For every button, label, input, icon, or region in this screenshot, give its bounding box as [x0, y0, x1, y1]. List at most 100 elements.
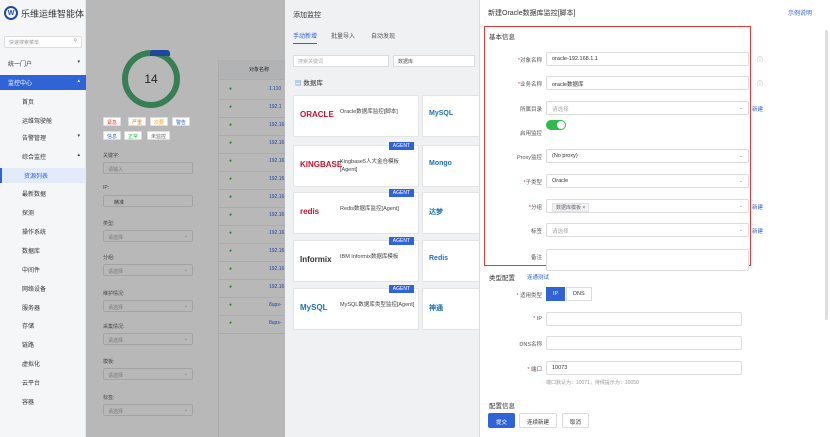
template-card[interactable]: Informix IBM Informix数据库模板 AGENT: [293, 237, 419, 282]
sidebar-item-8[interactable]: 探测: [0, 205, 86, 220]
field-value: 请选择: [552, 107, 569, 113]
info-icon[interactable]: ⓘ: [757, 79, 763, 88]
menu-search-input[interactable]: 快速搜索菜单 ⚲: [4, 36, 82, 48]
status-tag[interactable]: 次要: [150, 117, 169, 126]
app-logo: W 乐维运维智能体: [4, 6, 84, 20]
add-panel-title: 添加监控: [293, 12, 321, 19]
template-name: Oracle数据库监控[脚本]: [340, 109, 398, 115]
sidebar-item-label: 综合监控: [22, 155, 47, 161]
field-input[interactable]: Oracle ⌄: [546, 174, 749, 188]
type-ip-button[interactable]: IP: [546, 287, 566, 301]
sidebar-item-0[interactable]: 统一门户 ▾: [0, 56, 86, 71]
chevron-down-icon: ⌄: [738, 105, 743, 111]
field-label: 标签: [472, 227, 542, 235]
tab-batch-import[interactable]: 批量导入: [331, 31, 355, 40]
chevron-down-icon: ⌄: [738, 203, 743, 209]
continue-create-button[interactable]: 连续新建: [519, 413, 558, 428]
drawer-scrollbar[interactable]: [825, 30, 828, 320]
enable-monitor-toggle[interactable]: [546, 120, 566, 130]
add-monitor-panel: 添加监控 手动新增 批量导入 自动发现 搜索关键词 数据库 ▤ 数据库 ORAC…: [285, 0, 482, 437]
sidebar-item-12[interactable]: 网络设备: [0, 281, 86, 296]
field-input[interactable]: [546, 249, 749, 271]
sidebar-item-3[interactable]: 运维驾驶舱: [0, 113, 86, 128]
sidebar-item-label: 容器: [22, 400, 35, 406]
section-database-label: 数据库: [303, 80, 323, 87]
sidebar-item-label: 探测: [22, 211, 35, 217]
field-input[interactable]: oracle数据库: [546, 76, 749, 90]
agent-badge: AGENT: [388, 237, 414, 245]
category-select[interactable]: 数据库: [393, 55, 475, 67]
sidebar-item-17[interactable]: 云平台: [0, 375, 86, 390]
info-icon[interactable]: ⓘ: [757, 55, 763, 64]
sidebar-item-16[interactable]: 虚拟化: [0, 356, 86, 371]
chevron-down-icon: ⌄: [738, 153, 743, 159]
status-tag[interactable]: 警告: [172, 117, 191, 126]
category-select-value: 数据库: [398, 59, 414, 65]
field-label-text: 分组: [530, 205, 542, 211]
template-card[interactable]: ORACLE Oracle数据库监控[脚本]: [293, 95, 419, 137]
new-link[interactable]: 新建: [752, 203, 763, 211]
template-name: IBM Informix数据库模板: [340, 254, 399, 260]
dns-input[interactable]: [546, 336, 742, 350]
dns-label: DNS名称: [519, 342, 542, 348]
status-tag[interactable]: 正常: [124, 131, 143, 140]
ip-input[interactable]: [546, 312, 742, 326]
template-search-placeholder: 搜索关键词: [298, 59, 324, 65]
chevron-down-icon: ⌄: [738, 178, 743, 184]
field-input[interactable]: oracle-192.168.1.1: [546, 52, 749, 66]
field-input[interactable]: (No proxy) ⌄: [546, 149, 749, 163]
brand-logo: KINGBASE: [300, 160, 343, 169]
status-tag[interactable]: 未监控: [147, 131, 171, 140]
sidebar-item-11[interactable]: 中间件: [0, 262, 86, 277]
template-search-input[interactable]: 搜索关键词: [293, 55, 389, 67]
template-name: Kingbase5人大金仓模板[Agent]: [340, 159, 399, 173]
submit-button[interactable]: 提交: [488, 413, 516, 428]
brand-logo: Mongo: [429, 160, 452, 167]
sidebar-item-1[interactable]: 监控中心 ▴: [0, 75, 86, 90]
field-label: 备注: [472, 253, 542, 261]
sidebar-item-15[interactable]: 链路: [0, 337, 86, 352]
app-title: 乐维运维智能体: [21, 8, 85, 19]
sidebar-item-18[interactable]: 容器: [0, 394, 86, 409]
agent-badge: AGENT: [388, 285, 414, 293]
port-label-text: 端口: [530, 367, 542, 373]
sidebar-item-2[interactable]: 首页: [0, 94, 86, 109]
template-card-right[interactable]: Redis: [422, 240, 482, 282]
status-tag[interactable]: 严重: [128, 117, 147, 126]
new-link[interactable]: 新建: [752, 227, 763, 235]
help-link[interactable]: 示例说明: [788, 8, 812, 17]
brand-logo: MySQL: [429, 110, 454, 117]
port-label: * 端口: [527, 367, 542, 373]
type-dns-button[interactable]: DNS: [566, 287, 592, 301]
new-link[interactable]: 新建: [752, 105, 763, 113]
sidebar-item-label: 链路: [22, 343, 35, 349]
tab-auto-discover[interactable]: 自动发现: [371, 31, 395, 40]
template-card[interactable]: KINGBASE Kingbase5人大金仓模板[Agent] AGENT: [293, 142, 419, 187]
field-input[interactable]: 请选择 ⌄: [546, 101, 749, 115]
cancel-button[interactable]: 取消: [562, 413, 590, 428]
sidebar-item-7[interactable]: 最新数据: [0, 186, 86, 201]
field-label: *业务名称: [472, 80, 542, 88]
ip-label: * IP: [533, 316, 542, 322]
sidebar-item-10[interactable]: 数据库: [0, 243, 86, 258]
port-input[interactable]: 10073: [546, 361, 742, 375]
sidebar-item-5[interactable]: 综合监控 ▴: [0, 149, 86, 164]
sidebar-item-label: 虚拟化: [22, 362, 41, 368]
sidebar-item-9[interactable]: 操作系统: [0, 224, 86, 239]
field-input[interactable]: 请选择 ⌄: [546, 223, 749, 237]
sidebar-item-6[interactable]: 资源列表: [0, 168, 86, 183]
conn-test-link[interactable]: 连通测试: [527, 273, 549, 281]
status-tag[interactable]: 紧急: [103, 117, 122, 126]
template-card[interactable]: MySQL MySQL数据库类型监控[Agent] AGENT: [293, 285, 419, 330]
field-label-text: Proxy监控: [516, 155, 542, 161]
template-card[interactable]: redis Redis数据库监控[Agent] AGENT: [293, 189, 419, 234]
tab-manual[interactable]: 手动新增: [293, 31, 318, 44]
sidebar-item-14[interactable]: 存储: [0, 318, 86, 333]
sidebar-item-4[interactable]: 告警管理 ▾: [0, 130, 86, 145]
sidebar-item-13[interactable]: 服务器: [0, 300, 86, 315]
field-label: 启用监控: [472, 129, 542, 137]
tag-chip[interactable]: 数据库模板 ×: [552, 203, 590, 212]
field-input[interactable]: 数据库模板 × ⌄: [546, 199, 749, 213]
brand-logo: 神通: [429, 305, 443, 312]
status-tag[interactable]: 信息: [103, 131, 122, 140]
